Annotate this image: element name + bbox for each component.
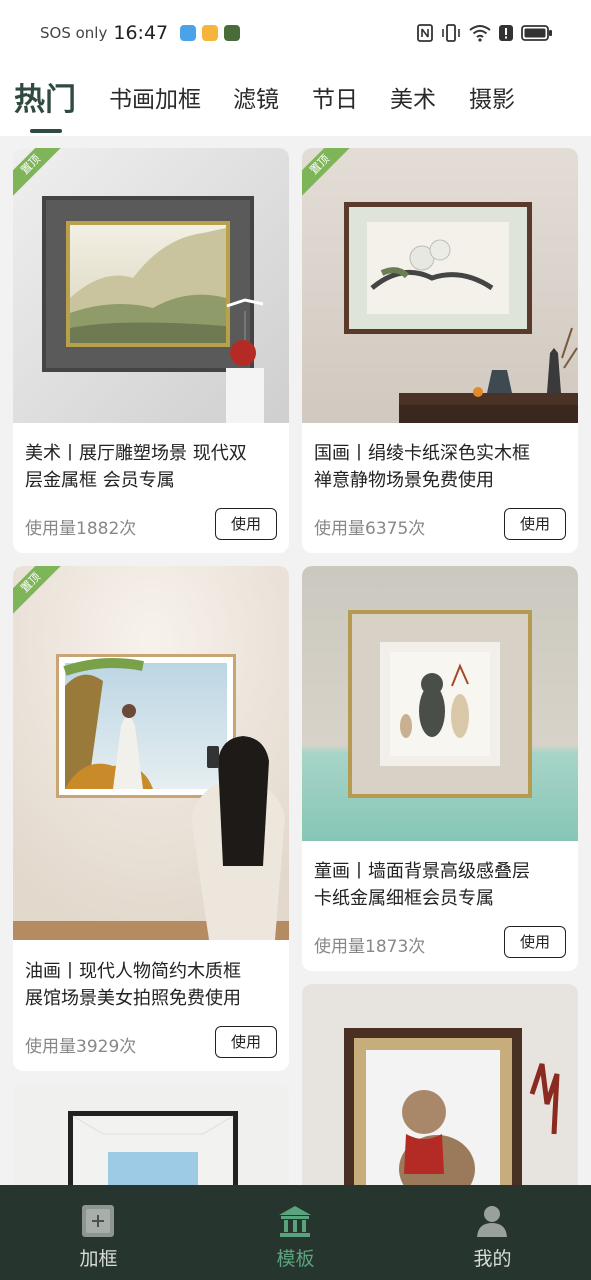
alert-icon [499,25,513,41]
usage-count: 使用量1882次 [25,519,137,539]
template-title: 美术丨展厅雕塑场景 现代双 层金属框 会员专属 [25,443,247,491]
usage-count: 使用量6375次 [314,519,426,539]
nav-label: 加框 [79,1248,118,1270]
template-title: 童画丨墙面背景高级感叠层 卡纸金属细框会员专属 [314,861,530,909]
nfc-icon [417,24,433,42]
nav-templates[interactable]: 模板 [197,1185,394,1280]
tab-holidays[interactable]: 节日 [312,80,358,114]
battery-icon [521,25,552,41]
template-card[interactable]: 置顶 美术丨展厅雕塑场景 现代双 层金属框 会员专属 使用量1882次 使用 [13,148,289,553]
use-template-button[interactable]: 使用 [215,1026,277,1058]
template-thumbnail[interactable]: 置顶 [13,566,289,940]
clock: 16:47 [113,22,169,44]
nav-frame[interactable]: 加框 [0,1185,197,1280]
museum-icon [279,1206,311,1237]
tab-art[interactable]: 美术 [390,80,436,114]
template-thumbnail[interactable]: 置顶 [302,148,578,423]
use-template-button[interactable]: 使用 [504,926,566,958]
carrier-text: SOS only [40,24,108,42]
template-card[interactable]: 置顶 油画丨现代人物简约木质框 展馆场景美女拍照免费使用 使用量3929次 使用 [13,566,289,1071]
tab-photography[interactable]: 摄影 [469,80,515,114]
template-thumbnail[interactable] [302,984,578,1185]
active-tab-indicator [30,129,62,133]
use-template-button[interactable]: 使用 [215,508,277,540]
template-title: 国画丨绢绫卡纸深色实木框 禅意静物场景免费使用 [314,443,530,491]
category-tabs: 热门 书画加框 滤镜 节日 美术 摄影 [0,66,591,136]
app-notification-icon [202,25,219,41]
template-card[interactable] [13,1084,289,1185]
template-title: 油画丨现代人物简约木质框 展馆场景美女拍照免费使用 [25,961,241,1009]
template-thumbnail[interactable] [13,1084,289,1185]
wifi-icon [469,25,491,42]
frame-icon [82,1205,114,1237]
bottom-navigation: 加框 模板 我的 [0,1185,591,1280]
status-bar: SOS only 16:47 [0,0,591,66]
nav-profile[interactable]: 我的 [394,1185,591,1280]
template-thumbnail[interactable] [302,566,578,841]
template-card[interactable]: 置顶 国画丨绢绫卡纸深色实木框 禅意静物场景免费使用 使用量6375次 使用 [302,148,578,553]
app-notification-icon [180,25,197,41]
template-card[interactable] [302,984,578,1185]
template-card[interactable]: 童画丨墙面背景高级感叠层 卡纸金属细框会员专属 使用量1873次 使用 [302,566,578,971]
tab-filters[interactable]: 滤镜 [233,80,279,114]
person-icon [477,1206,507,1237]
usage-count: 使用量3929次 [25,1037,137,1057]
nav-label: 模板 [276,1248,315,1270]
nav-label: 我的 [473,1248,512,1270]
template-grid[interactable]: 置顶 美术丨展厅雕塑场景 现代双 层金属框 会员专属 使用量1882次 使用 置… [0,136,591,1185]
app-notification-icon [224,25,241,41]
tab-hot[interactable]: 热门 [14,74,76,119]
vibrate-icon [442,24,460,42]
template-thumbnail[interactable]: 置顶 [13,148,289,423]
usage-count: 使用量1873次 [314,937,426,957]
use-template-button[interactable]: 使用 [504,508,566,540]
tab-calligraphy-frame[interactable]: 书画加框 [109,80,201,114]
